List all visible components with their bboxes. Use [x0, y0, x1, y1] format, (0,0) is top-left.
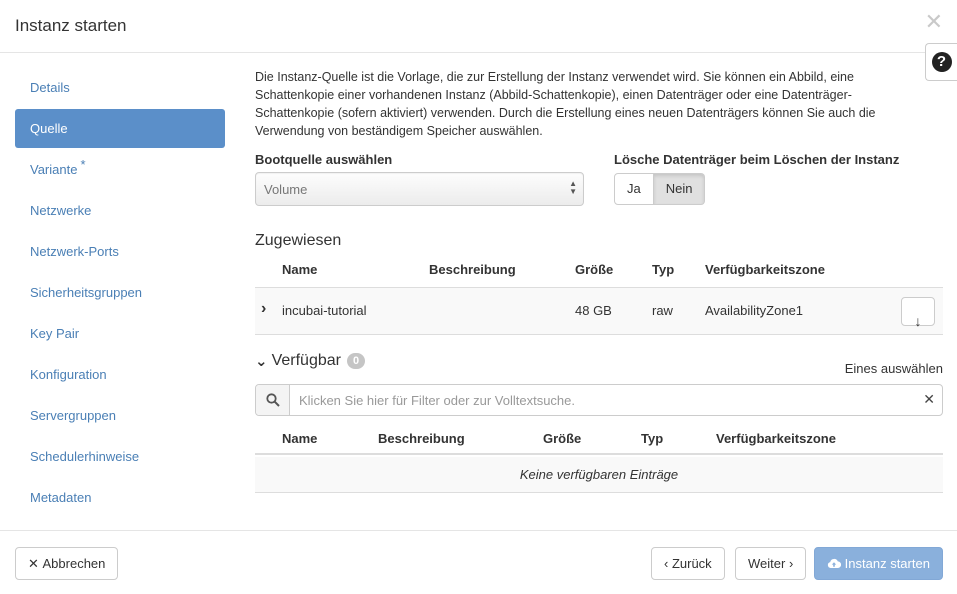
arrow-down-icon: ↓: [914, 313, 922, 329]
empty-table-message: Keine verfügbaren Einträge: [255, 457, 943, 493]
chevron-down-icon: ⌄: [255, 353, 268, 370]
modal-header: Instanz starten ✕ ?: [0, 0, 957, 81]
modal-title: Instanz starten: [15, 16, 127, 35]
available-table-header: Name Beschreibung Größe Typ Verfügbarkei…: [255, 423, 943, 455]
sidebar-item-networks[interactable]: Netzwerke: [15, 191, 225, 230]
row-size: 48 GB: [575, 303, 612, 318]
col-zone: Verfügbarkeitszone: [705, 262, 825, 277]
launch-instance-modal: Instanz starten ✕ ? Details Quelle Varia…: [0, 0, 957, 594]
col-size: Größe: [543, 431, 582, 446]
required-marker: *: [80, 157, 86, 172]
deallocate-button[interactable]: ↓: [901, 297, 935, 329]
allocated-title: Zugewiesen: [255, 232, 342, 249]
sidebar-item-security-groups[interactable]: Sicherheitsgruppen: [15, 273, 225, 312]
next-button[interactable]: Weiter ›: [735, 547, 807, 580]
sidebar-item-server-groups[interactable]: Servergruppen: [15, 396, 225, 435]
close-icon: ✕: [28, 556, 43, 571]
row-name: incubai-tutorial: [282, 303, 367, 318]
intro-text: Die Instanz-Quelle ist die Vorlage, die …: [255, 70, 876, 138]
wizard-sidebar: Details Quelle Variante * Netzwerke Netzw…: [15, 68, 225, 519]
modal-footer: ✕ Abbrechen ‹ Zurück Weiter › Instanz st…: [0, 530, 957, 594]
boot-options-row: Bootquelle auswählen Volume ▲ ▼ Lösche Da…: [255, 152, 943, 212]
filter-placeholder: Klicken Sie hier für Filter oder zur Vol…: [299, 393, 576, 408]
col-description: Beschreibung: [378, 431, 465, 446]
col-zone: Verfügbarkeitszone: [716, 431, 836, 446]
sidebar-item-network-ports[interactable]: Netzwerk-Ports: [15, 232, 225, 271]
boot-source-value: Volume: [264, 182, 308, 197]
boot-source-label: Bootquelle auswählen: [255, 152, 393, 167]
sidebar-item-scheduler-hints[interactable]: Schedulerhinweise: [15, 437, 225, 476]
delete-volume-toggle: Ja Nein: [614, 173, 706, 205]
boot-source-select[interactable]: Volume ▲ ▼: [255, 172, 584, 206]
close-icon[interactable]: ✕: [925, 11, 943, 33]
source-step-content: Die Instanz-Quelle ist die Vorlage, die …: [255, 68, 943, 493]
row-zone: AvailabilityZone1: [705, 303, 804, 318]
back-button[interactable]: ‹ Zurück: [651, 547, 725, 580]
row-type: raw: [652, 303, 673, 318]
search-icon: [256, 385, 290, 415]
delete-volume-label: Lösche Datenträger beim Löschen der Inst…: [614, 152, 900, 167]
available-title-text: Verfügbar: [271, 352, 341, 369]
table-row: › incubai-tutorial 48 GB raw Availabilit…: [255, 287, 943, 335]
cancel-button[interactable]: ✕ Abbrechen: [15, 547, 119, 580]
chevron-right-icon[interactable]: ›: [261, 300, 266, 318]
sidebar-item-source[interactable]: Quelle: [15, 109, 225, 148]
col-size: Größe: [575, 262, 614, 277]
chevron-right-icon: ›: [785, 556, 794, 571]
col-description: Beschreibung: [429, 262, 516, 277]
col-type: Typ: [652, 262, 675, 277]
launch-instance-button[interactable]: Instanz starten: [814, 547, 943, 580]
chevron-left-icon: ‹: [664, 556, 672, 571]
allocated-table-header: Name Beschreibung Größe Typ Verfügbarkei…: [255, 254, 943, 286]
sidebar-item-details[interactable]: Details: [15, 68, 225, 107]
filter-input[interactable]: Klicken Sie hier für Filter oder zur Vol…: [255, 384, 943, 416]
available-title[interactable]: ⌄ Verfügbar 0: [255, 352, 366, 370]
sidebar-item-key-pair[interactable]: Key Pair: [15, 314, 225, 353]
delete-volume-yes[interactable]: Ja: [614, 173, 654, 205]
col-name: Name: [282, 262, 318, 277]
pick-one-hint: Eines auswählen: [844, 361, 943, 376]
delete-volume-no[interactable]: Nein: [653, 173, 706, 205]
sidebar-item-flavor[interactable]: Variante *: [15, 150, 225, 189]
col-type: Typ: [641, 431, 664, 446]
sidebar-item-configuration[interactable]: Konfiguration: [15, 355, 225, 394]
col-name: Name: [282, 431, 318, 446]
cloud-upload-icon: [827, 558, 842, 568]
select-arrows-icon: ▲ ▼: [569, 179, 577, 196]
clear-filter-icon[interactable]: ✕: [923, 391, 935, 408]
sidebar-item-metadata[interactable]: Metadaten: [15, 478, 225, 517]
available-count-badge: 0: [346, 353, 366, 369]
